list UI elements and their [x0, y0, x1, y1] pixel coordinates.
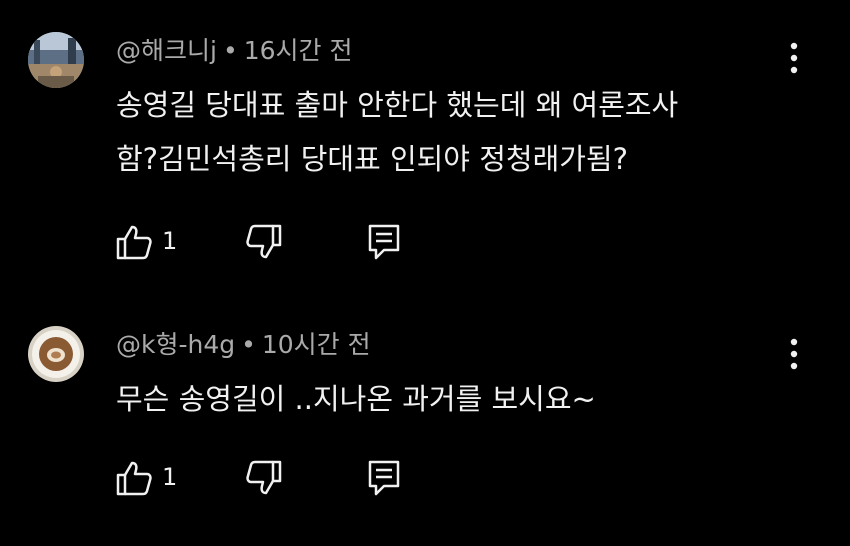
comment-meta: @해크니j • 16시간 전 — [116, 36, 352, 66]
like-count: 1 — [162, 227, 178, 255]
comment-line: 무슨 송영길이 ..지나온 과거를 보시요~ — [116, 382, 596, 416]
landscape-avatar-icon — [28, 32, 84, 88]
more-vert-icon — [790, 42, 798, 74]
comment-actions: 1 — [114, 458, 434, 498]
avatar[interactable] — [28, 32, 84, 88]
like-button[interactable]: 1 — [114, 222, 184, 262]
reply-button[interactable] — [364, 222, 406, 262]
comment-actions: 1 — [114, 222, 434, 262]
comment-time[interactable]: 16시간 전 — [244, 36, 353, 65]
comment-item: @해크니j • 16시간 전 송영길 당대표 출마 안한다 했는데 왜 여론조사 함… — [0, 0, 850, 280]
comment-text: 무슨 송영길이 ..지나온 과거를 보시요~ — [116, 372, 596, 426]
comment-line: 함?김민석총리 당대표 인되야 정청래가됨? — [116, 142, 628, 176]
reply-icon — [368, 460, 400, 496]
meta-separator: • — [222, 36, 238, 65]
thumb-up-icon — [116, 225, 152, 260]
comment-text: 송영길 당대표 출마 안한다 했는데 왜 여론조사 함?김민석총리 당대표 인되… — [116, 78, 678, 186]
comment-author[interactable]: @k형-h4g — [116, 330, 235, 359]
latte-art-avatar-icon — [28, 326, 84, 382]
more-button[interactable] — [780, 334, 808, 374]
comment-author[interactable]: @해크니j — [116, 36, 217, 65]
dislike-button[interactable] — [244, 222, 286, 262]
like-button[interactable]: 1 — [114, 458, 184, 498]
reply-icon — [368, 224, 400, 260]
comment-item: @k형-h4g • 10시간 전 무슨 송영길이 ..지나온 과거를 보시요~ 1 — [0, 300, 850, 546]
comment-time[interactable]: 10시간 전 — [262, 330, 371, 359]
comment-meta: @k형-h4g • 10시간 전 — [116, 330, 371, 360]
reply-button[interactable] — [364, 458, 406, 498]
more-vert-icon — [790, 338, 798, 370]
avatar[interactable] — [28, 326, 84, 382]
more-button[interactable] — [780, 38, 808, 78]
like-count: 1 — [162, 463, 178, 491]
thumb-down-icon — [246, 224, 282, 259]
thumb-down-icon — [246, 460, 282, 495]
dislike-button[interactable] — [244, 458, 286, 498]
comment-line: 송영길 당대표 출마 안한다 했는데 왜 여론조사 — [116, 88, 679, 122]
meta-separator: • — [241, 330, 256, 359]
thumb-up-icon — [116, 461, 152, 496]
